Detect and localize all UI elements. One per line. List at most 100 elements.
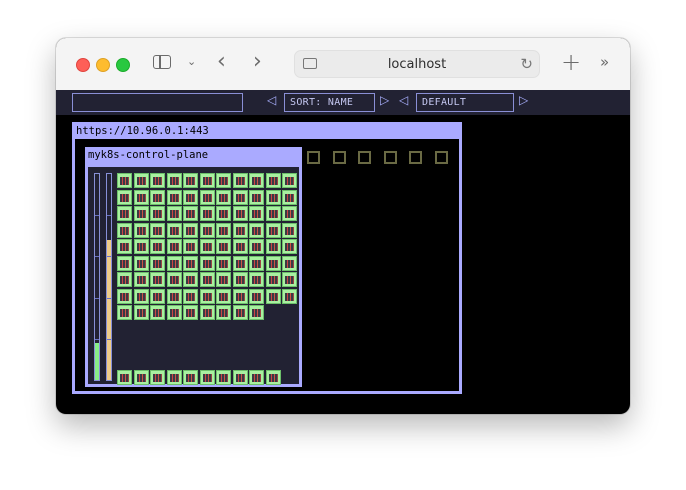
pod-box[interactable] bbox=[216, 289, 231, 304]
pod-box[interactable] bbox=[249, 305, 264, 320]
pod-box[interactable] bbox=[282, 206, 297, 221]
pod-box[interactable] bbox=[183, 190, 198, 205]
pod-box[interactable] bbox=[134, 256, 149, 271]
pod-box[interactable] bbox=[249, 289, 264, 304]
pod-box[interactable] bbox=[266, 173, 281, 188]
pod-box[interactable] bbox=[117, 272, 132, 287]
pod-box[interactable] bbox=[117, 370, 132, 385]
pod-box[interactable] bbox=[249, 190, 264, 205]
pod-box[interactable] bbox=[183, 272, 198, 287]
theme-prev-triangle-icon[interactable]: ◁ bbox=[399, 93, 408, 107]
pod-box[interactable] bbox=[117, 256, 132, 271]
new-tab-plus-icon[interactable]: + bbox=[561, 48, 581, 76]
pod-box[interactable] bbox=[117, 305, 132, 320]
empty-node-slot[interactable] bbox=[409, 151, 423, 164]
pod-box[interactable] bbox=[134, 206, 149, 221]
pod-box[interactable] bbox=[249, 370, 264, 385]
pod-box[interactable] bbox=[266, 223, 281, 238]
pod-box[interactable] bbox=[216, 370, 231, 385]
pod-box[interactable] bbox=[216, 206, 231, 221]
pod-box[interactable] bbox=[216, 305, 231, 320]
pod-box[interactable] bbox=[134, 223, 149, 238]
node-panel[interactable]: myk8s-control-plane bbox=[85, 147, 302, 387]
pod-box[interactable] bbox=[266, 256, 281, 271]
chevron-down-icon[interactable]: ⌄ bbox=[187, 55, 196, 68]
pod-box[interactable] bbox=[183, 256, 198, 271]
pod-box[interactable] bbox=[216, 239, 231, 254]
pod-box[interactable] bbox=[200, 173, 215, 188]
pod-box[interactable] bbox=[183, 223, 198, 238]
pod-box[interactable] bbox=[167, 370, 182, 385]
pod-box[interactable] bbox=[266, 370, 281, 385]
pod-box[interactable] bbox=[249, 272, 264, 287]
pod-box[interactable] bbox=[216, 272, 231, 287]
pod-box[interactable] bbox=[117, 206, 132, 221]
theme-next-triangle-icon[interactable]: ▷ bbox=[519, 93, 528, 107]
minimize-window-button[interactable] bbox=[96, 58, 110, 72]
pod-box[interactable] bbox=[216, 256, 231, 271]
pod-box[interactable] bbox=[167, 289, 182, 304]
pod-box[interactable] bbox=[183, 206, 198, 221]
empty-node-slot[interactable] bbox=[435, 151, 448, 164]
pod-box[interactable] bbox=[200, 272, 215, 287]
pod-box[interactable] bbox=[266, 190, 281, 205]
pod-box[interactable] bbox=[167, 305, 182, 320]
cluster-panel[interactable]: https://10.96.0.1:443 myk8s-control-plan… bbox=[72, 122, 462, 394]
pod-box[interactable] bbox=[183, 370, 198, 385]
pod-box[interactable] bbox=[233, 206, 248, 221]
pod-box[interactable] bbox=[167, 190, 182, 205]
pod-box[interactable] bbox=[282, 173, 297, 188]
pod-box[interactable] bbox=[167, 256, 182, 271]
empty-node-slot[interactable] bbox=[358, 151, 372, 164]
pod-box[interactable] bbox=[249, 256, 264, 271]
pod-box[interactable] bbox=[183, 305, 198, 320]
close-window-button[interactable] bbox=[76, 58, 90, 72]
pod-box[interactable] bbox=[200, 206, 215, 221]
pod-box[interactable] bbox=[266, 272, 281, 287]
zoom-window-button[interactable] bbox=[116, 58, 130, 72]
pod-box[interactable] bbox=[134, 370, 149, 385]
pod-box[interactable] bbox=[117, 289, 132, 304]
pod-box[interactable] bbox=[233, 239, 248, 254]
address-bar[interactable]: localhost ↻ bbox=[294, 50, 540, 78]
back-arrow-icon[interactable]: ‹ bbox=[217, 49, 226, 74]
pod-box[interactable] bbox=[200, 289, 215, 304]
empty-node-slot[interactable] bbox=[332, 151, 346, 164]
pod-box[interactable] bbox=[117, 190, 132, 205]
pod-box[interactable] bbox=[282, 289, 297, 304]
pod-box[interactable] bbox=[266, 239, 281, 254]
pod-box[interactable] bbox=[183, 239, 198, 254]
pod-box[interactable] bbox=[150, 190, 165, 205]
sort-next-triangle-icon[interactable]: ▷ bbox=[380, 93, 389, 107]
pod-box[interactable] bbox=[117, 173, 132, 188]
pod-box[interactable] bbox=[266, 289, 281, 304]
pod-box[interactable] bbox=[266, 206, 281, 221]
pod-box[interactable] bbox=[183, 289, 198, 304]
pod-box[interactable] bbox=[233, 370, 248, 385]
pod-box[interactable] bbox=[233, 289, 248, 304]
forward-arrow-icon[interactable]: › bbox=[253, 49, 262, 74]
pod-box[interactable] bbox=[134, 190, 149, 205]
pod-box[interactable] bbox=[282, 272, 297, 287]
pod-box[interactable] bbox=[167, 223, 182, 238]
pod-box[interactable] bbox=[150, 256, 165, 271]
pod-box[interactable] bbox=[200, 239, 215, 254]
pod-box[interactable] bbox=[200, 305, 215, 320]
sort-prev-triangle-icon[interactable]: ◁ bbox=[267, 93, 276, 107]
empty-node-slot[interactable] bbox=[383, 151, 397, 164]
pod-box[interactable] bbox=[249, 206, 264, 221]
pod-box[interactable] bbox=[150, 370, 165, 385]
pod-box[interactable] bbox=[150, 206, 165, 221]
empty-node-slot[interactable] bbox=[307, 151, 320, 164]
pod-box[interactable] bbox=[233, 305, 248, 320]
pod-box[interactable] bbox=[249, 173, 264, 188]
pod-box[interactable] bbox=[282, 190, 297, 205]
pod-box[interactable] bbox=[216, 223, 231, 238]
pod-box[interactable] bbox=[150, 239, 165, 254]
pod-box[interactable] bbox=[167, 173, 182, 188]
pod-box[interactable] bbox=[167, 239, 182, 254]
more-tabs-chevron-icon[interactable]: » bbox=[600, 53, 609, 71]
pod-box[interactable] bbox=[134, 239, 149, 254]
pod-box[interactable] bbox=[233, 272, 248, 287]
pod-box[interactable] bbox=[167, 272, 182, 287]
